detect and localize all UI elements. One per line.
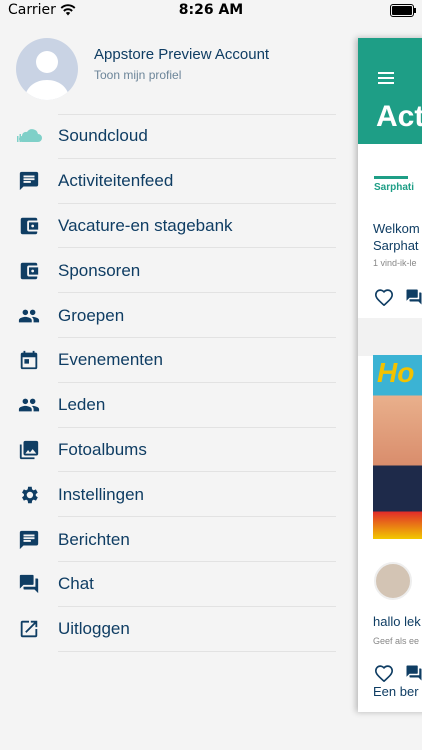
menu-label: Leden bbox=[58, 395, 106, 415]
menu-label: Evenementen bbox=[58, 350, 163, 370]
clock: 8:26 AM bbox=[178, 2, 244, 18]
photo-caption: Ho bbox=[377, 357, 415, 388]
heart-icon[interactable] bbox=[374, 288, 394, 306]
menu-item-activiteitenfeed[interactable]: Activiteitenfeed bbox=[0, 159, 336, 204]
avatar[interactable] bbox=[374, 562, 412, 600]
menu-label: Berichten bbox=[58, 529, 130, 549]
status-bar: Carrier 8:26 AM bbox=[0, 0, 422, 22]
people-icon bbox=[0, 394, 58, 416]
side-menu: Soundcloud Activiteitenfeed Vacature-en … bbox=[0, 114, 336, 652]
menu-label: Uitloggen bbox=[58, 619, 130, 639]
message-icon bbox=[0, 170, 58, 192]
chat-icon bbox=[0, 573, 58, 595]
menu-item-soundcloud[interactable]: Soundcloud bbox=[0, 114, 336, 159]
gear-icon bbox=[0, 484, 58, 506]
wallet-icon bbox=[0, 260, 58, 282]
menu-item-vacature-en-stagebank[interactable]: Vacature-en stagebank bbox=[0, 204, 336, 249]
menu-item-uitloggen[interactable]: Uitloggen bbox=[0, 607, 336, 652]
post-text: Een ber bbox=[373, 684, 419, 699]
menu-item-chat[interactable]: Chat bbox=[0, 562, 336, 607]
menu-label: Instellingen bbox=[58, 484, 145, 504]
logo-label: Sarphati bbox=[374, 182, 415, 193]
menu-item-instellingen[interactable]: Instellingen bbox=[0, 472, 336, 517]
post-text-line: Welkom bbox=[373, 221, 420, 236]
menu-label: Vacature-en stagebank bbox=[58, 215, 233, 235]
people-icon bbox=[0, 305, 58, 327]
post-text: Welkom Sarphat bbox=[373, 220, 420, 254]
menu-label: Soundcloud bbox=[58, 126, 148, 146]
menu-label: Activiteitenfeed bbox=[58, 171, 174, 191]
menu-item-sponsoren[interactable]: Sponsoren bbox=[0, 248, 336, 293]
sarphati-logo: Sarphati bbox=[374, 176, 414, 193]
wallet-icon bbox=[0, 215, 58, 237]
message-icon bbox=[0, 529, 58, 551]
like-prompt: Geef als ee bbox=[373, 636, 420, 646]
menu-label: Fotoalbums bbox=[58, 439, 147, 459]
post-text-line: Sarphat bbox=[373, 238, 419, 253]
post-actions bbox=[374, 288, 422, 306]
hamburger-menu-icon[interactable] bbox=[378, 72, 394, 84]
profile-name: Appstore Preview Account bbox=[94, 46, 270, 63]
photo-library-icon bbox=[0, 439, 58, 461]
menu-label: Chat bbox=[58, 574, 94, 594]
soundcloud-icon bbox=[0, 129, 58, 143]
post-photo[interactable]: Ho bbox=[373, 355, 422, 539]
person-silhouette-icon bbox=[24, 51, 70, 100]
menu-label: Sponsoren bbox=[58, 260, 141, 280]
activity-feed-panel[interactable]: Act Sarphati Welkom Sarphat 1 vind-ik-le… bbox=[358, 38, 422, 712]
menu-item-fotoalbums[interactable]: Fotoalbums bbox=[0, 428, 336, 473]
comment-icon[interactable] bbox=[404, 288, 422, 306]
exit-icon bbox=[0, 618, 58, 640]
avatar[interactable] bbox=[16, 38, 78, 100]
post-text: hallo lek bbox=[373, 614, 421, 629]
calendar-icon bbox=[0, 349, 58, 371]
page-title: Act bbox=[376, 100, 422, 133]
heart-icon[interactable] bbox=[374, 664, 394, 682]
menu-item-groepen[interactable]: Groepen bbox=[0, 293, 336, 338]
menu-label: Groepen bbox=[58, 305, 125, 325]
profile-header[interactable]: Appstore Preview Account Toon mijn profi… bbox=[16, 38, 336, 100]
comment-icon[interactable] bbox=[404, 664, 422, 682]
menu-item-leden[interactable]: Leden bbox=[0, 383, 336, 428]
app-bar: Act bbox=[358, 38, 422, 144]
battery-icon bbox=[390, 4, 416, 17]
menu-item-berichten[interactable]: Berichten bbox=[0, 517, 336, 562]
view-profile-link[interactable]: Toon mijn profiel bbox=[94, 68, 181, 82]
post-separator bbox=[358, 318, 422, 356]
likes-count: 1 vind-ik-le bbox=[373, 258, 417, 268]
menu-item-evenementen[interactable]: Evenementen bbox=[0, 338, 336, 383]
post-actions bbox=[374, 664, 422, 682]
